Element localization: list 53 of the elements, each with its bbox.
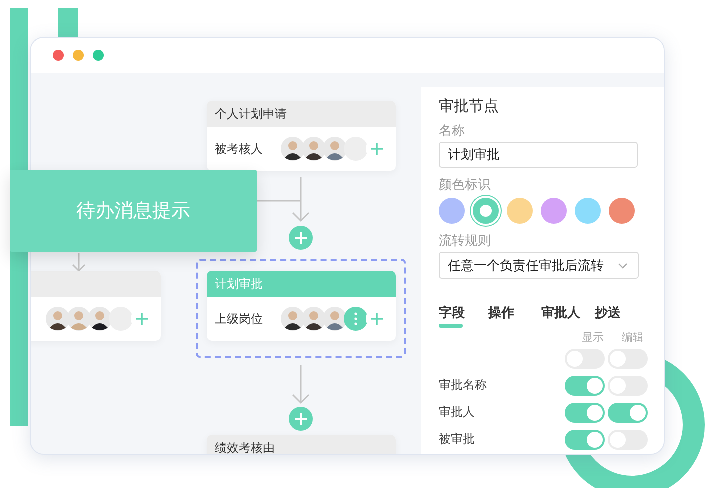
node-title: 绩效考核由 — [215, 440, 275, 454]
flow-node[interactable]: 个人计划申请 被考核人 — [207, 101, 396, 171]
node-title: 个人计划申请 — [215, 106, 287, 122]
field-name: 审批人 — [439, 405, 475, 419]
avatar — [281, 307, 305, 331]
tab[interactable]: 抄送 — [594, 303, 648, 328]
chevron-down-icon — [618, 262, 628, 270]
field-name: 被审批 — [439, 432, 475, 446]
color-swatch[interactable] — [575, 198, 601, 224]
tab[interactable]: 字段 — [439, 303, 489, 328]
color-swatch[interactable] — [609, 198, 635, 224]
node-label: 上级岗位 — [215, 312, 263, 326]
field-label: 流转规则 — [439, 233, 492, 250]
avatar — [67, 307, 91, 331]
avatar — [88, 307, 112, 331]
toggle-switch[interactable] — [565, 402, 605, 422]
avatar — [323, 307, 347, 331]
color-swatch[interactable] — [473, 198, 499, 224]
flow-node[interactable]: 绩效考核由 — [207, 435, 396, 454]
field-name: 审批名称 — [439, 378, 487, 392]
node-title: 计划审批 — [215, 276, 263, 292]
toggle-switch[interactable] — [565, 376, 605, 396]
panel-title: 审批节点 — [439, 97, 500, 116]
toggle-switch[interactable] — [608, 402, 648, 422]
field-label: 颜色标识 — [439, 177, 492, 194]
color-swatch[interactable] — [439, 198, 465, 224]
field-label: 名称 — [439, 123, 466, 140]
avatar-placeholder — [344, 137, 368, 161]
tab[interactable]: 审批人 — [542, 303, 595, 328]
column-header: 编辑 — [622, 330, 644, 345]
add-icon[interactable] — [289, 226, 313, 250]
avatar-placeholder — [109, 307, 133, 331]
avatar — [46, 307, 70, 331]
color-swatch[interactable] — [507, 198, 533, 224]
window-control[interactable] — [73, 50, 84, 61]
flow-node[interactable]: 计划审批 上级岗位 — [207, 271, 396, 341]
column-header: 显示 — [582, 330, 604, 345]
avatar — [302, 137, 326, 161]
window-control[interactable] — [93, 50, 104, 61]
color-swatch[interactable] — [541, 198, 567, 224]
avatar — [302, 307, 326, 331]
add-icon[interactable] — [289, 407, 313, 431]
name-field[interactable]: 计划审批 — [439, 142, 638, 168]
notification-banner: 待办消息提示 — [10, 170, 257, 252]
more-icon[interactable] — [344, 307, 368, 331]
avatar — [323, 137, 347, 161]
toggle-switch[interactable] — [565, 430, 605, 450]
avatar — [281, 137, 305, 161]
tab[interactable]: 操作 — [488, 303, 542, 328]
window-control[interactable] — [53, 50, 64, 61]
rule-dropdown[interactable]: 任意一个负责任审批后流转 — [439, 252, 639, 279]
node-label: 被考核人 — [215, 142, 263, 156]
flow-node[interactable] — [31, 271, 161, 341]
